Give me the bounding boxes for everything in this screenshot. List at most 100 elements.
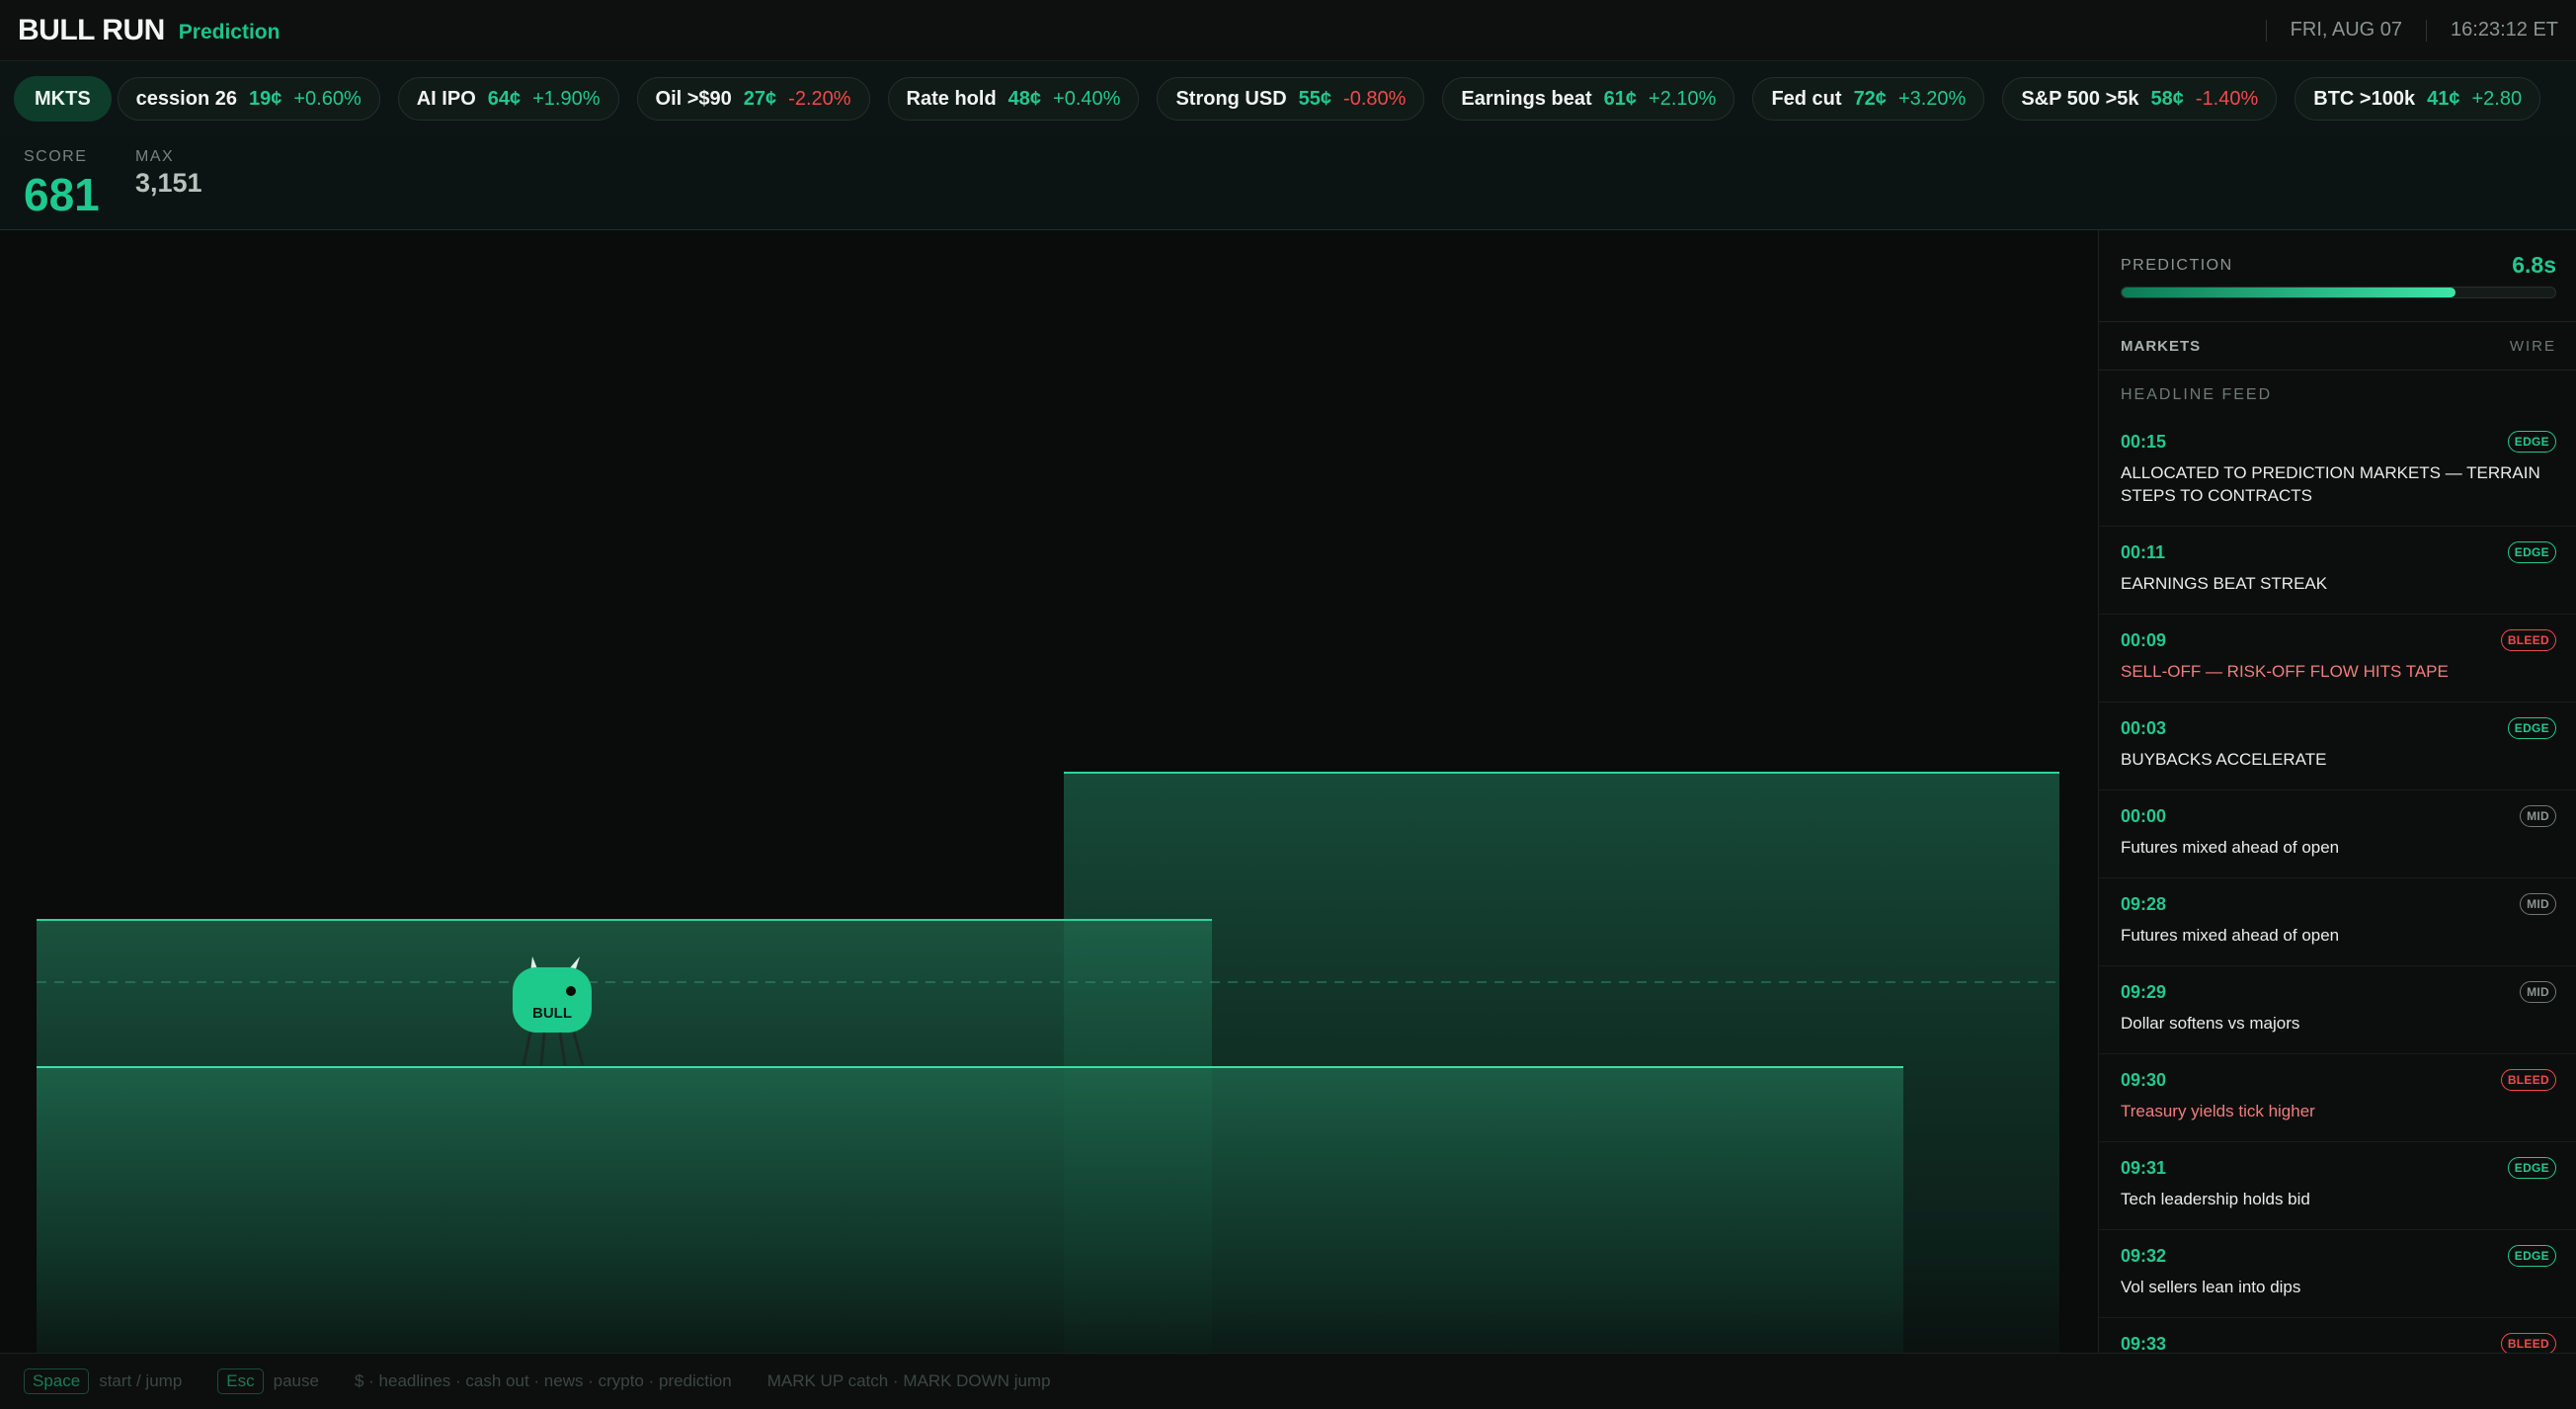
mid-badge: MID <box>2520 981 2556 1003</box>
feed-time: 00:15 <box>2121 432 2167 452</box>
ticker-price: 64¢ <box>487 87 522 110</box>
ticker-name: BTC >100k <box>2313 87 2416 110</box>
date-label: FRI, AUG 07 <box>2290 19 2403 41</box>
ticker-item[interactable]: Oil >$90 27¢ -2.20% <box>636 77 870 121</box>
feed-headline: Treasury yields tick higher <box>2121 1102 2315 1120</box>
feed-item[interactable]: 09:30 BLEED Treasury yields tick higher <box>2099 1054 2576 1142</box>
feed-headline: BUYBACKS ACCELERATE <box>2121 750 2327 769</box>
app-title: BULL RUN <box>18 13 165 46</box>
feed-headline: SELL-OFF — RISK-OFF FLOW HITS TAPE <box>2121 662 2449 681</box>
feed-time: 00:11 <box>2121 542 2166 562</box>
time-label: 16:23:12 ET <box>2451 19 2558 41</box>
modes-hint: $ · headlines · cash out · news · crypto… <box>354 1371 732 1390</box>
ticker-change: +1.90% <box>532 87 601 110</box>
feed-item[interactable]: 09:28 MID Futures mixed ahead of open <box>2099 878 2576 966</box>
feed-item[interactable]: 09:33 BLEED <box>2099 1318 2576 1353</box>
ticker-name: Earnings beat <box>1461 87 1592 110</box>
ticker-name: Strong USD <box>1175 87 1287 110</box>
market-ticker: MKTS cession 26 19¢ +0.60% AI IPO 64¢ +1… <box>0 61 2576 136</box>
ticker-change: +2.80 <box>2471 87 2523 110</box>
ticker-item[interactable]: S&P 500 >5k 58¢ -1.40% <box>2002 77 2278 121</box>
esc-hint: pause <box>273 1371 319 1390</box>
divider <box>2426 19 2428 41</box>
markets-button[interactable]: MKTS <box>14 76 112 122</box>
feed-headline: Vol sellers lean into dips <box>2121 1278 2301 1296</box>
side-panel: PREDICTION 6.8s MARKETS WIRE HEADLINE FE… <box>2098 230 2576 1353</box>
score-label: SCORE <box>24 148 88 165</box>
bleed-badge: BLEED <box>2500 1333 2556 1353</box>
edge-badge: EDGE <box>2507 717 2556 739</box>
ticker-item[interactable]: AI IPO 64¢ +1.90% <box>397 77 619 121</box>
top-bar: BULL RUN Prediction FRI, AUG 07 16:23:12… <box>0 0 2576 61</box>
tab-markets[interactable]: MARKETS <box>2121 338 2201 355</box>
game-scene: BULL <box>37 772 2059 1353</box>
ticker-change: +0.60% <box>293 87 362 110</box>
bleed-badge: BLEED <box>2500 1069 2556 1091</box>
prediction-label: PREDICTION <box>2121 256 2233 274</box>
feed-headline: Tech leadership holds bid <box>2121 1190 2310 1208</box>
max-stat: MAX 3,151 <box>135 148 202 199</box>
feed-item[interactable]: 00:11 EDGE EARNINGS BEAT STREAK <box>2099 527 2576 615</box>
ticker-price: 19¢ <box>248 87 282 110</box>
feed-headline: Dollar softens vs majors <box>2121 1014 2300 1033</box>
prediction-timer: 6.8s <box>2512 252 2556 278</box>
feed-item[interactable]: 00:03 EDGE BUYBACKS ACCELERATE <box>2099 703 2576 790</box>
panel-tabs: MARKETS WIRE <box>2099 321 2576 371</box>
feed-item[interactable]: 09:32 EDGE Vol sellers lean into dips <box>2099 1230 2576 1318</box>
feed-item[interactable]: 09:31 EDGE Tech leadership holds bid <box>2099 1142 2576 1230</box>
feed-item[interactable]: 00:15 EDGE ALLOCATED TO PREDICTION MARKE… <box>2099 416 2576 527</box>
feed-time: 09:33 <box>2121 1334 2167 1353</box>
ticker-item[interactable]: Strong USD 55¢ -0.80% <box>1157 77 1425 121</box>
bull-label: BULL <box>532 1005 572 1022</box>
max-value: 3,151 <box>135 168 202 198</box>
feed-title: HEADLINE FEED <box>2121 386 2273 403</box>
mid-badge: MID <box>2520 805 2556 827</box>
ticker-item[interactable]: cession 26 19¢ +0.60% <box>117 77 380 121</box>
ticker-change: +3.20% <box>1897 87 1967 110</box>
feed-time: 09:29 <box>2121 982 2167 1002</box>
space-key-hint: Space <box>24 1368 90 1394</box>
edge-badge: EDGE <box>2507 541 2556 563</box>
feed-item[interactable]: 00:09 BLEED SELL-OFF — RISK-OFF FLOW HIT… <box>2099 615 2576 703</box>
feed-item[interactable]: 09:29 MID Dollar softens vs majors <box>2099 966 2576 1054</box>
ticker-price: 61¢ <box>1603 87 1638 110</box>
score-bar: SCORE 681 MAX 3,151 <box>0 136 2576 230</box>
ticker-name: S&P 500 >5k <box>2021 87 2139 110</box>
ticker-price: 48¢ <box>1007 87 1042 110</box>
ticker-name: cession 26 <box>135 87 237 110</box>
feed-headline: EARNINGS BEAT STREAK <box>2121 574 2328 593</box>
esc-key-hint: Esc <box>217 1368 264 1394</box>
feed-headline: ALLOCATED TO PREDICTION MARKETS — TERRAI… <box>2121 463 2540 505</box>
feed-headline: Futures mixed ahead of open <box>2121 926 2340 945</box>
ticker-name: Fed cut <box>1771 87 1842 110</box>
score-value: 681 <box>24 169 100 220</box>
score-stat: SCORE 681 <box>24 148 100 221</box>
ticker-item[interactable]: Rate hold 48¢ +0.40% <box>887 77 1140 121</box>
ticker-name: AI IPO <box>416 87 476 110</box>
ticker-change: +2.10% <box>1649 87 1717 110</box>
mark-hint: MARK UP catch · MARK DOWN jump <box>766 1371 1051 1390</box>
game-canvas[interactable]: BULL <box>0 230 2098 1353</box>
max-label: MAX <box>135 148 175 165</box>
platform-ground <box>37 1067 1903 1353</box>
tab-wire[interactable]: WIRE <box>2510 338 2556 355</box>
feed-item[interactable]: 00:00 MID Futures mixed ahead of open <box>2099 790 2576 878</box>
ticker-item[interactable]: Earnings beat 61¢ +2.10% <box>1442 77 1735 121</box>
bull-eye <box>566 986 576 996</box>
feed-headline: Futures mixed ahead of open <box>2121 838 2340 857</box>
edge-badge: EDGE <box>2507 431 2556 453</box>
ticker-change: -2.20% <box>788 87 851 110</box>
ticker-price: 55¢ <box>1298 87 1332 110</box>
feed-time: 00:00 <box>2121 806 2167 826</box>
prediction-progress-fill <box>2122 288 2456 297</box>
ticker-price: 41¢ <box>2427 87 2460 110</box>
edge-badge: EDGE <box>2507 1245 2556 1267</box>
ticker-item[interactable]: BTC >100k 41¢ +2.80 <box>2294 77 2541 121</box>
feed-time: 09:30 <box>2121 1070 2167 1090</box>
ticker-price: 58¢ <box>2150 87 2184 110</box>
clock-area: FRI, AUG 07 16:23:12 ET <box>2242 19 2558 41</box>
ticker-change: +0.40% <box>1053 87 1121 110</box>
ticker-item[interactable]: Fed cut 72¢ +3.20% <box>1752 77 1985 121</box>
prediction-progress-bar <box>2121 287 2556 298</box>
ticker-change: -1.40% <box>2195 87 2259 110</box>
